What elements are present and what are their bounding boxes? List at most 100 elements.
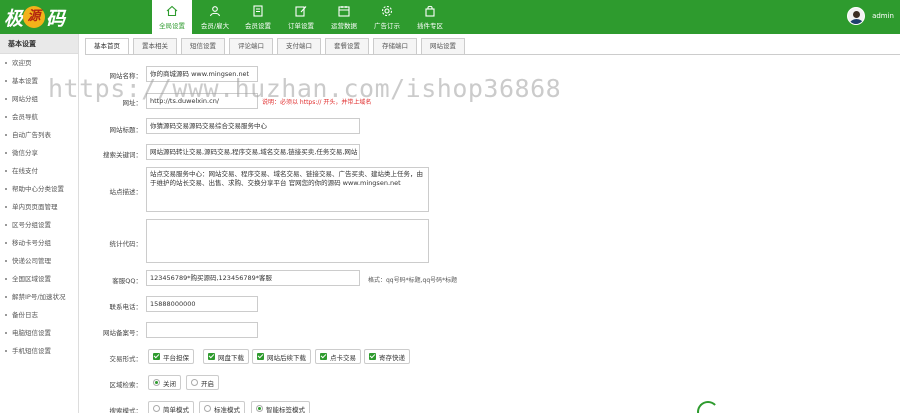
checkbox-checked-icon (208, 353, 215, 360)
nav-ads[interactable]: 广告订示 (367, 0, 407, 34)
username: admin (872, 12, 894, 20)
tab-related[interactable]: 置本相关 (133, 38, 177, 54)
sidebar-item[interactable]: 快递公司管理 (0, 252, 78, 270)
checkbox-checked-icon (369, 353, 376, 360)
main-nav: 全局设置 会员/雇大 会员设置 订单设置 运营数据 广告订示 插件专区 (152, 0, 453, 34)
search-mode-label: 搜索模式： (109, 407, 143, 413)
tab-site[interactable]: 网站设置 (421, 38, 465, 54)
bag-icon (425, 5, 435, 17)
trade-type-checkbox[interactable]: 网盘下载 (203, 349, 249, 364)
stats-code-label: 统计代码： (109, 240, 143, 248)
sidebar-item[interactable]: 欢迎页 (0, 54, 78, 72)
nav-plugins[interactable]: 插件专区 (410, 0, 450, 34)
site-url-hint: 说明：必须以 https:// 开头，并带上域名 (262, 99, 372, 106)
radio-label: 标准模式 (214, 405, 240, 413)
stats-code-textarea[interactable] (146, 219, 429, 263)
nav-operations[interactable]: 运营数据 (324, 0, 364, 34)
trade-type-checkbox[interactable]: 寄存快递 (364, 349, 410, 364)
tab-payment[interactable]: 支付端口 (277, 38, 321, 54)
tab-package[interactable]: 套餐设置 (325, 38, 369, 54)
keywords-label: 搜索关键词： (103, 151, 142, 159)
nav-label: 插件专区 (417, 21, 443, 30)
logo[interactable]: 极 源 码 (4, 4, 65, 30)
trade-type-checkbox[interactable]: 平台担保 (148, 349, 194, 364)
sidebar-item[interactable]: 单内页页面管理 (0, 198, 78, 216)
search-mode-radio[interactable]: 简单模式 (148, 401, 194, 413)
nav-members[interactable]: 会员/雇大 (195, 0, 235, 34)
logo-coin-icon: 源 (23, 6, 46, 28)
nav-member-settings[interactable]: 会员设置 (238, 0, 278, 34)
trade-types-label: 交易形式： (109, 355, 143, 363)
pen-icon (295, 5, 307, 17)
tab-sms[interactable]: 短信设置 (181, 38, 225, 54)
tab-storage[interactable]: 存储端口 (373, 38, 417, 54)
radio-label: 开启 (201, 379, 214, 388)
sidebar-item[interactable]: 手机短信设置 (0, 342, 78, 360)
sidebar-item[interactable]: 基本设置 (0, 72, 78, 90)
nav-global-settings[interactable]: 全局设置 (152, 0, 192, 34)
sidebar-title: 基本设置 (0, 34, 78, 54)
tab-comment[interactable]: 评论端口 (229, 38, 273, 54)
site-url-input[interactable]: http://ts.duwelxin.cn/ (146, 93, 258, 109)
description-textarea[interactable]: 站点交易服务中心：网站交易、程序交易、域名交易、链接交易、广告买卖、建站类上任务… (146, 167, 429, 212)
user-menu[interactable]: admin (847, 7, 894, 25)
sidebar-item[interactable]: 备份日志 (0, 306, 78, 324)
sidebar-item[interactable]: 帮助中心分类设置 (0, 180, 78, 198)
sidebar-item[interactable]: 会员导航 (0, 108, 78, 126)
sidebar-item[interactable]: 区号分组设置 (0, 216, 78, 234)
checkbox-checked-icon (153, 353, 160, 360)
icp-input[interactable] (146, 322, 258, 338)
nav-label: 运营数据 (331, 21, 357, 30)
sidebar: 基本设置 欢迎页 基本设置 网站分组 会员导航 自动广告列表 微信分享 在线支付… (0, 34, 79, 413)
top-navbar: 极 源 码 全局设置 会员/雇大 会员设置 订单设置 运营数据 广告订示 插件专… (0, 0, 900, 34)
nav-label: 全局设置 (159, 21, 185, 30)
search-mode-radio[interactable]: 智能标签模式 (251, 401, 310, 413)
sidebar-item[interactable]: 自动广告列表 (0, 126, 78, 144)
keywords-input[interactable]: 网站源码转让交易,源码交易,程序交易,域名交易,链接买卖,任务交易,网站 (146, 144, 360, 160)
checkbox-label: 网站后续下载 (267, 353, 306, 362)
nav-order-settings[interactable]: 订单设置 (281, 0, 321, 34)
gear-icon (381, 5, 393, 16)
checkbox-label: 网盘下载 (218, 353, 244, 362)
settings-tabs: 基本首页 置本相关 短信设置 评论端口 支付端口 套餐设置 存储端口 网站设置 (85, 38, 469, 54)
radio-label: 智能标签模式 (266, 405, 305, 413)
sidebar-item[interactable]: 全国区域设置 (0, 270, 78, 288)
sidebar-item[interactable]: 电脑短信设置 (0, 324, 78, 342)
trade-type-checkbox[interactable]: 点卡交易 (315, 349, 361, 364)
site-title-label: 网站标题： (109, 126, 143, 134)
icp-label: 网站备案号： (103, 329, 142, 337)
avatar[interactable] (847, 7, 866, 25)
checkbox-checked-icon (257, 353, 264, 360)
nav-label: 会员/雇大 (200, 21, 230, 30)
radio-label: 关闭 (163, 379, 176, 388)
checkbox-label: 点卡交易 (330, 353, 356, 362)
nav-label: 会员设置 (245, 21, 271, 30)
sidebar-item[interactable]: 微信分享 (0, 144, 78, 162)
nav-label: 订单设置 (288, 21, 314, 30)
sidebar-item[interactable]: 解禁IP号/加速状况 (0, 288, 78, 306)
site-name-label: 网站名称： (109, 72, 143, 80)
region-radio-on[interactable]: 开启 (186, 375, 219, 390)
region-radio-off[interactable]: 关闭 (148, 375, 181, 390)
sidebar-item[interactable]: 移动卡号分组 (0, 234, 78, 252)
site-name-input[interactable]: 你的商城源码 www.mingsen.net (146, 66, 258, 82)
site-title-input[interactable]: 你猜源码交易源码交易综合交易服务中心 (146, 118, 360, 134)
search-mode-radio[interactable]: 标准模式 (199, 401, 245, 413)
tab-basic[interactable]: 基本首页 (85, 38, 129, 54)
sidebar-item[interactable]: 网站分组 (0, 90, 78, 108)
radio-label: 简单模式 (163, 405, 189, 413)
phone-label: 联系电话： (109, 303, 143, 311)
logo-text-left: 极 (4, 7, 23, 30)
trade-type-checkbox[interactable]: 网站后续下载 (252, 349, 311, 364)
qq-label: 客服QQ： (112, 277, 142, 285)
phone-input[interactable]: 15888000000 (146, 296, 258, 312)
radio-icon (204, 405, 211, 412)
qq-hint: 格式：qq号码*标题,qq号码*标题 (368, 277, 458, 284)
loading-spinner-icon (697, 401, 719, 413)
checkbox-label: 平台担保 (163, 353, 189, 362)
home-icon (166, 5, 178, 16)
logo-text-right: 码 (46, 7, 65, 30)
checkbox-label: 寄存快递 (379, 353, 405, 362)
qq-input[interactable]: 123456789*购买源码,123456789*客服 (146, 270, 360, 286)
sidebar-item[interactable]: 在线支付 (0, 162, 78, 180)
